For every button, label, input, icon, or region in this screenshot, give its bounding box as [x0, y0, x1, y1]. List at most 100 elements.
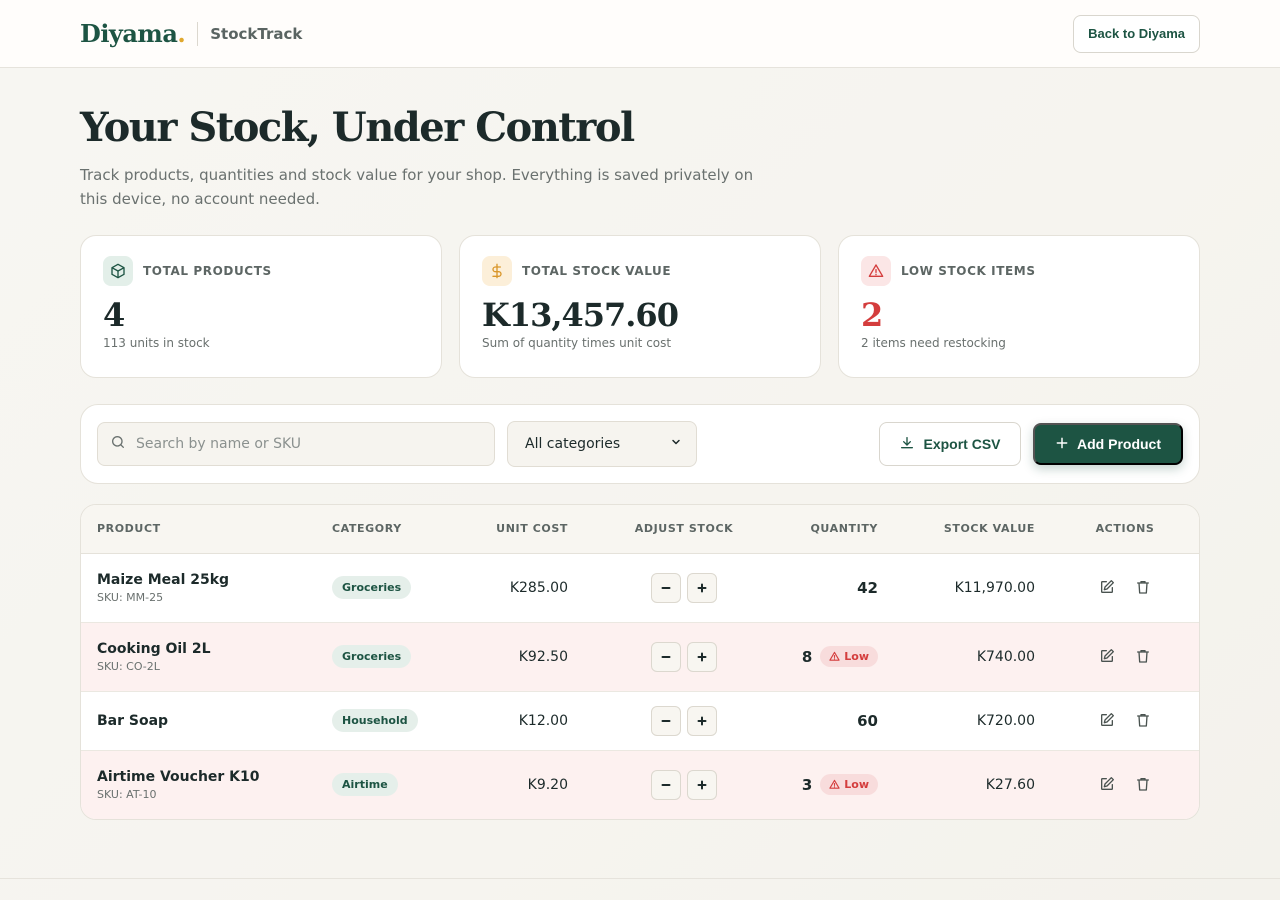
- unit-cost: K9.20: [527, 776, 568, 793]
- plus-icon: [697, 716, 707, 725]
- stats-cards: TOTAL PRODUCTS 4 113 units in stock TOTA…: [80, 235, 1200, 378]
- brand-divider: [197, 21, 199, 46]
- delete-button[interactable]: [1132, 773, 1154, 795]
- stat-card-total-stock-value: TOTAL STOCK VALUE K13,457.60 Sum of quan…: [459, 235, 821, 378]
- page-title: Your Stock, Under Control: [80, 104, 635, 151]
- row-actions: [1096, 709, 1154, 731]
- low-stock-badge: Low: [820, 774, 878, 796]
- dollar-icon: [482, 256, 512, 286]
- unit-cost: K92.50: [518, 648, 568, 665]
- back-to-diyama-button[interactable]: Back to Diyama: [1073, 14, 1200, 53]
- stock-stepper: [651, 641, 717, 672]
- export-csv-label: Export CSV: [923, 436, 1001, 452]
- stat-value: 2: [861, 296, 883, 334]
- edit-icon: [1101, 777, 1114, 791]
- stat-label: LOW STOCK ITEMS: [901, 264, 1036, 278]
- category-select[interactable]: All categories: [507, 421, 697, 467]
- low-stock-label: Low: [844, 650, 869, 663]
- category-chip: Groceries: [332, 576, 412, 599]
- product-name: Bar Soap: [97, 712, 169, 729]
- quantity: 3: [801, 775, 813, 794]
- stock-stepper: [651, 572, 717, 603]
- table-row: Airtime Voucher K10 SKU: AT-10 Airtime K…: [81, 750, 1199, 819]
- app-name: StockTrack: [210, 24, 303, 43]
- edit-icon: [1101, 649, 1114, 662]
- row-actions: [1096, 645, 1154, 667]
- table-header: PRODUCT CATEGORY UNIT COST ADJUST STOCK …: [81, 505, 1199, 553]
- column-header: UNIT COST: [496, 522, 568, 536]
- row-actions: [1096, 773, 1154, 795]
- product-sku: SKU: MM-25: [97, 590, 164, 604]
- search-input[interactable]: [136, 436, 466, 452]
- column-header: CATEGORY: [332, 522, 402, 536]
- product-name: Airtime Voucher K10: [97, 768, 260, 785]
- increase-stock-button[interactable]: [687, 705, 717, 736]
- trash-icon: [1137, 650, 1149, 663]
- plus-icon: [697, 583, 707, 592]
- warning-icon: [829, 651, 840, 661]
- unit-cost: K12.00: [518, 712, 568, 729]
- trash-icon: [1137, 581, 1149, 594]
- category-select-value: All categories: [525, 436, 621, 452]
- page-subtitle: Track products, quantities and stock val…: [80, 166, 754, 208]
- low-stock-label: Low: [844, 778, 869, 792]
- box-icon: [103, 256, 133, 286]
- increase-stock-button[interactable]: [687, 769, 717, 800]
- search-box[interactable]: [97, 422, 495, 466]
- category-chip: Airtime: [332, 773, 398, 797]
- column-header: STOCK VALUE: [943, 522, 1035, 536]
- footer-divider: [0, 878, 1280, 879]
- row-actions: [1096, 576, 1154, 598]
- warning-icon: [861, 256, 891, 286]
- warning-icon: [829, 780, 840, 789]
- stock-stepper: [651, 705, 717, 736]
- delete-button[interactable]: [1132, 709, 1154, 731]
- stat-card-total-products: TOTAL PRODUCTS 4 113 units in stock: [80, 235, 442, 378]
- stat-value: 4: [103, 296, 125, 334]
- delete-button[interactable]: [1132, 576, 1154, 598]
- stock-value: K720.00: [976, 712, 1035, 729]
- stat-note: Sum of quantity times unit cost: [482, 336, 672, 350]
- product-name: Maize Meal 25kg: [97, 571, 230, 588]
- decrease-stock-button[interactable]: [651, 572, 681, 603]
- stock-value: K27.60: [985, 776, 1035, 793]
- increase-stock-button[interactable]: [687, 641, 717, 672]
- quantity: 60: [857, 711, 878, 730]
- table-row: Cooking Oil 2L SKU: CO-2L Groceries K92.…: [81, 622, 1199, 691]
- edit-button[interactable]: [1096, 773, 1118, 795]
- stat-note: 113 units in stock: [103, 336, 210, 350]
- category-chip: Household: [332, 709, 418, 732]
- logo-dot: .: [177, 19, 186, 48]
- edit-button[interactable]: [1096, 709, 1118, 731]
- minus-icon: [661, 719, 671, 722]
- export-csv-button[interactable]: Export CSV: [879, 422, 1021, 466]
- add-product-button[interactable]: Add Product: [1033, 423, 1183, 465]
- stock-value: K11,970.00: [954, 579, 1035, 596]
- edit-button[interactable]: [1096, 645, 1118, 667]
- top-bar: Diyama. StockTrack Back to Diyama: [0, 0, 1280, 68]
- plus-icon: [1055, 436, 1069, 453]
- stock-value: K740.00: [976, 648, 1035, 665]
- decrease-stock-button[interactable]: [651, 705, 681, 736]
- column-header: PRODUCT: [97, 522, 161, 536]
- stat-card-low-stock: LOW STOCK ITEMS 2 2 items need restockin…: [838, 235, 1200, 378]
- column-header: ACTIONS: [1095, 522, 1155, 536]
- brand: Diyama. StockTrack: [80, 19, 302, 48]
- add-product-label: Add Product: [1077, 436, 1161, 452]
- product-sku: SKU: CO-2L: [97, 659, 160, 673]
- main-content: Your Stock, Under Control Track products…: [0, 104, 1280, 820]
- decrease-stock-button[interactable]: [651, 769, 681, 800]
- increase-stock-button[interactable]: [687, 572, 717, 603]
- category-chip: Groceries: [332, 645, 412, 668]
- column-header: QUANTITY: [810, 522, 878, 536]
- decrease-stock-button[interactable]: [651, 641, 681, 672]
- product-sku: SKU: AT-10: [97, 787, 157, 801]
- stat-label: TOTAL STOCK VALUE: [522, 264, 672, 278]
- diyama-logo[interactable]: Diyama.: [80, 19, 186, 48]
- column-header: ADJUST STOCK: [634, 522, 734, 536]
- edit-button[interactable]: [1096, 576, 1118, 598]
- delete-button[interactable]: [1132, 645, 1154, 667]
- unit-cost: K285.00: [509, 579, 568, 596]
- stock-stepper: [651, 769, 717, 800]
- edit-icon: [1101, 580, 1114, 593]
